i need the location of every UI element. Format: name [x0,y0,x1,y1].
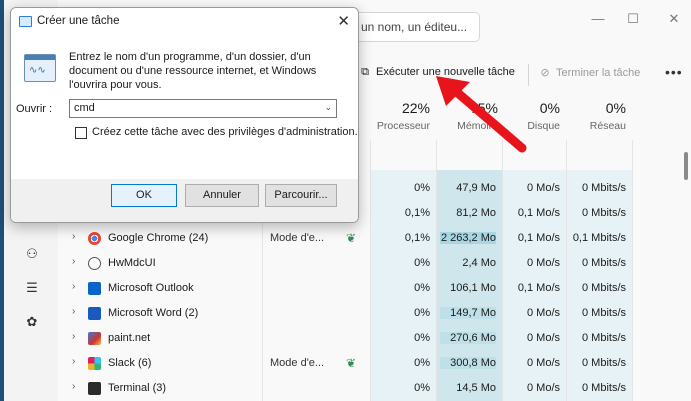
arrow-shaft [447,83,527,153]
run-task-icon: ⧉ [361,66,369,78]
efficiency-leaf-icon: ❦ [346,231,357,245]
scrollbar-thumb[interactable] [684,152,688,180]
efficiency-leaf-icon: ❦ [346,356,357,370]
paintnet-icon [88,332,101,345]
hwmdcui-icon [88,257,101,270]
dialog-titlebar: Créer une tâche ✕ [11,8,358,36]
terminal-icon [88,382,101,395]
browse-button[interactable]: Parcourir... [265,184,337,207]
table-row[interactable]: › Microsoft Word (2) 0% 149,7 Mo 0 Mo/s … [58,301,688,326]
table-row[interactable]: › Microsoft Outlook 0% 106,1 Mo 0,1 Mo/s… [58,276,688,301]
chevron-down-icon[interactable]: ⌄ [324,102,332,113]
open-label: Ouvrir : [16,103,53,115]
chevron-right-icon[interactable]: › [72,256,75,267]
word-icon [88,307,101,320]
chevron-right-icon[interactable]: › [72,381,75,392]
chevron-right-icon[interactable]: › [72,356,75,367]
dialog-description: Entrez le nom d'un programme, d'un dossi… [69,51,317,91]
column-header-cpu[interactable]: 22% Processeur [370,100,430,140]
table-row[interactable]: › Slack (6) Mode d'e... ❦ 0% 300,8 Mo 0 … [58,351,688,376]
table-row[interactable]: › Terminal (3) 0% 14,5 Mo 0 Mo/s 0 Mbits… [58,376,688,401]
minimize-button[interactable]: — [583,8,613,30]
run-icon: ∿∿ [24,54,56,82]
users-icon[interactable]: ⚇ [24,246,40,262]
maximize-button[interactable]: ☐ [618,8,648,30]
chevron-right-icon[interactable]: › [72,281,75,292]
chevron-right-icon[interactable]: › [72,231,75,242]
table-row[interactable]: › HwMdcUI 0% 2,4 Mo 0 Mo/s 0 Mbits/s [58,251,688,276]
chevron-right-icon[interactable]: › [72,306,75,317]
services-icon[interactable]: ✿ [24,314,40,330]
admin-checkbox[interactable] [75,127,87,139]
column-header-network[interactable]: 0% Réseau [566,100,626,140]
open-combobox[interactable]: cmd ⌄ [69,99,337,118]
dialog-body: ∿∿ Entrez le nom d'un programme, d'un do… [11,36,358,222]
search-input[interactable]: un nom, un éditeu... [350,12,480,42]
ok-button[interactable]: OK [111,184,177,207]
details-list-icon[interactable]: ☰ [24,280,40,296]
dialog-close-button[interactable]: ✕ [337,12,350,30]
window-icon [19,16,32,27]
red-arrow-annotation [436,76,527,153]
outlook-icon [88,282,101,295]
chevron-right-icon[interactable]: › [72,331,75,342]
close-button[interactable]: ✕ [659,8,689,30]
cancel-button[interactable]: Annuler [185,184,259,207]
table-row[interactable]: › paint.net 0% 270,6 Mo 0 Mo/s 0 Mbits/s [58,326,688,351]
create-task-dialog: Créer une tâche ✕ ∿∿ Entrez le nom d'un … [10,7,359,223]
table-row[interactable]: › Google Chrome (24) Mode d'e... ❦ 0,1% … [58,226,688,251]
admin-checkbox-label[interactable]: Créez cette tâche avec des privilèges d'… [92,126,358,138]
slack-icon [88,357,101,370]
chrome-icon [88,232,101,245]
more-options-icon[interactable]: ••• [665,64,683,80]
